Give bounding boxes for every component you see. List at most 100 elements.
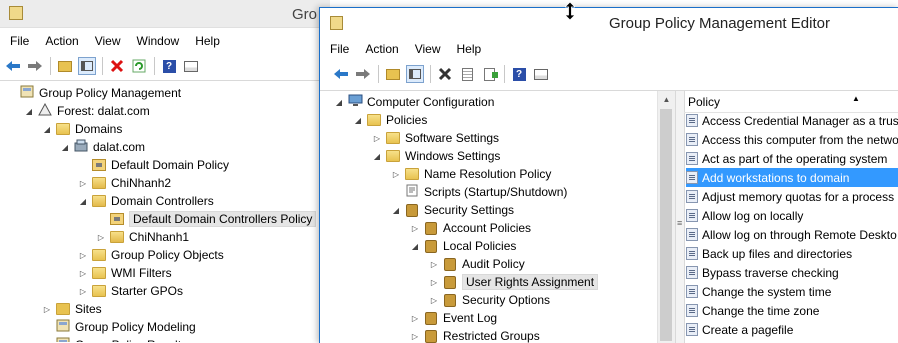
collapsed-arrow-icon[interactable]: ▷ <box>78 287 88 296</box>
policy-list-item[interactable]: Create a pagefile <box>686 320 898 339</box>
tree-node[interactable]: ◢ Security Settings <box>391 201 514 219</box>
gpm-titlebar[interactable]: Gro <box>0 0 330 28</box>
pane-splitter[interactable]: ≡ <box>675 91 685 343</box>
gpm-menu-action[interactable]: Action <box>37 34 86 48</box>
properties-sheet-icon[interactable] <box>458 65 476 83</box>
refresh-icon[interactable] <box>130 57 148 75</box>
collapsed-arrow-icon[interactable]: ▷ <box>410 224 420 233</box>
scroll-thumb[interactable] <box>660 109 672 341</box>
tree-node[interactable]: ◢ Policies <box>353 111 427 129</box>
gpme-menu-action[interactable]: Action <box>357 42 406 56</box>
collapsed-arrow-icon[interactable]: ▷ <box>78 269 88 278</box>
expanded-arrow-icon[interactable]: ◢ <box>42 125 52 134</box>
up-folder-icon[interactable] <box>384 65 402 83</box>
tree-vertical-scrollbar[interactable]: ▲ <box>657 91 675 343</box>
policy-list-item[interactable]: Bypass traverse checking <box>686 263 898 282</box>
tree-node[interactable]: ▷ Starter GPOs <box>78 282 183 300</box>
tree-node[interactable]: ▷ WMI Filters <box>78 264 172 282</box>
tree-node[interactable]: ▷ Restricted Groups <box>410 327 540 343</box>
collapsed-arrow-icon[interactable]: ▷ <box>96 233 106 242</box>
collapsed-arrow-icon[interactable]: ▷ <box>429 260 439 269</box>
tree-node[interactable]: ▷ Account Policies <box>410 219 531 237</box>
tree-node[interactable]: ◢ Domains <box>42 120 122 138</box>
resize-cursor-icon <box>564 1 576 21</box>
tree-node[interactable]: Group Policy Modeling <box>42 318 196 336</box>
gpm-menu-window[interactable]: Window <box>129 34 188 48</box>
back-arrow-icon[interactable] <box>332 65 350 83</box>
policy-list-item[interactable]: Change the time zone <box>686 301 898 320</box>
expanded-arrow-icon[interactable]: ◢ <box>334 98 344 107</box>
tree-node[interactable]: Default Domain Policy <box>78 156 229 174</box>
tree-node[interactable]: Scripts (Startup/Shutdown) <box>391 183 567 201</box>
expanded-arrow-icon[interactable]: ◢ <box>353 116 363 125</box>
policy-list-item[interactable]: Change the system time <box>686 282 898 301</box>
scroll-up-arrow-icon[interactable]: ▲ <box>658 91 675 107</box>
forward-arrow-icon[interactable] <box>354 65 372 83</box>
collapsed-arrow-icon[interactable]: ▷ <box>78 179 88 188</box>
expanded-arrow-icon[interactable]: ◢ <box>78 197 88 206</box>
collapsed-arrow-icon[interactable]: ▷ <box>429 296 439 305</box>
gpme-menu-help[interactable]: Help <box>449 42 490 56</box>
export-list-icon[interactable] <box>480 65 498 83</box>
gpme-menu-file[interactable]: File <box>322 42 357 56</box>
policy-list-item[interactable]: Add workstations to domain <box>686 168 898 187</box>
expanded-arrow-icon[interactable]: ◢ <box>372 152 382 161</box>
expanded-arrow-icon[interactable]: ◢ <box>24 107 34 116</box>
tree-node[interactable]: ◢ dalat.com <box>60 138 145 156</box>
collapsed-arrow-icon[interactable]: ▷ <box>78 251 88 260</box>
properties-icon[interactable] <box>532 65 550 83</box>
policy-list-item-label: Access this computer from the netwo <box>702 132 898 147</box>
collapsed-arrow-icon[interactable]: ▷ <box>410 332 420 341</box>
gpme-menu-view[interactable]: View <box>407 42 449 56</box>
collapsed-arrow-icon[interactable]: ▷ <box>391 170 401 179</box>
tree-node[interactable]: ▷ Sites <box>42 300 102 318</box>
properties-icon[interactable] <box>182 57 200 75</box>
tree-node[interactable]: ▷ Group Policy Objects <box>78 246 224 264</box>
tree-node[interactable]: ◢ Computer Configuration <box>334 93 494 111</box>
gpme-titlebar[interactable]: Group Policy Management Editor <box>320 8 898 37</box>
tree-node[interactable]: Default Domain Controllers Policy <box>96 210 317 228</box>
gpm-menu-file[interactable]: File <box>2 34 37 48</box>
tree-node[interactable]: ◢ Windows Settings <box>372 147 500 165</box>
collapsed-arrow-icon[interactable]: ▷ <box>410 314 420 323</box>
delete-icon[interactable] <box>436 65 454 83</box>
up-folder-icon[interactable] <box>56 57 74 75</box>
expanded-arrow-icon[interactable]: ◢ <box>391 206 401 215</box>
tree-node[interactable]: ▷ Event Log <box>410 309 497 327</box>
tree-node[interactable]: ▷ User Rights Assignment <box>429 273 599 291</box>
tree-node[interactable]: ◢ Forest: dalat.com <box>24 102 150 120</box>
tree-node[interactable]: ▷ ChiNhanh1 <box>96 228 189 246</box>
policy-list-item[interactable]: Allow log on locally <box>686 206 898 225</box>
expanded-arrow-icon[interactable]: ◢ <box>60 143 70 152</box>
policy-list-item[interactable]: Act as part of the operating system <box>686 149 898 168</box>
tree-node[interactable]: ▷ Security Options <box>429 291 550 309</box>
tree-node[interactable]: Group Policy Management <box>6 84 181 102</box>
policy-column-header[interactable]: Policy ▲ <box>684 92 898 113</box>
tree-node[interactable]: ◢ Local Policies <box>410 237 516 255</box>
tree-node[interactable]: ▷ Audit Policy <box>429 255 525 273</box>
policy-list-item[interactable]: Allow log on through Remote Deskto <box>686 225 898 244</box>
tree-node[interactable]: ◢ Domain Controllers <box>78 192 214 210</box>
gpm-menu-view[interactable]: View <box>87 34 129 48</box>
gpm-menu-help[interactable]: Help <box>187 34 228 48</box>
tree-node[interactable]: ▷ ChiNhanh2 <box>78 174 171 192</box>
tree-node[interactable]: Group Policy Results <box>42 336 187 342</box>
policy-list-item[interactable]: Back up files and directories <box>686 244 898 263</box>
collapsed-arrow-icon[interactable]: ▷ <box>429 278 439 287</box>
forward-arrow-icon[interactable] <box>26 57 44 75</box>
policy-list-item-label: Allow log on through Remote Deskto <box>702 227 897 242</box>
expanded-arrow-icon[interactable]: ◢ <box>410 242 420 251</box>
tree-node[interactable]: ▷ Name Resolution Policy <box>391 165 551 183</box>
delete-icon[interactable] <box>108 57 126 75</box>
collapsed-arrow-icon[interactable]: ▷ <box>42 305 52 314</box>
help-icon[interactable]: ? <box>510 65 528 83</box>
policy-list-item[interactable]: Access this computer from the netwo <box>686 130 898 149</box>
policy-list-item[interactable]: Adjust memory quotas for a process <box>686 187 898 206</box>
show-hide-console-tree-icon[interactable] <box>78 57 96 75</box>
help-icon[interactable]: ? <box>160 57 178 75</box>
back-arrow-icon[interactable] <box>4 57 22 75</box>
collapsed-arrow-icon[interactable]: ▷ <box>372 134 382 143</box>
tree-node[interactable]: ▷ Software Settings <box>372 129 499 147</box>
show-hide-console-tree-icon[interactable] <box>406 65 424 83</box>
policy-list-item[interactable]: Access Credential Manager as a truste <box>686 111 898 130</box>
